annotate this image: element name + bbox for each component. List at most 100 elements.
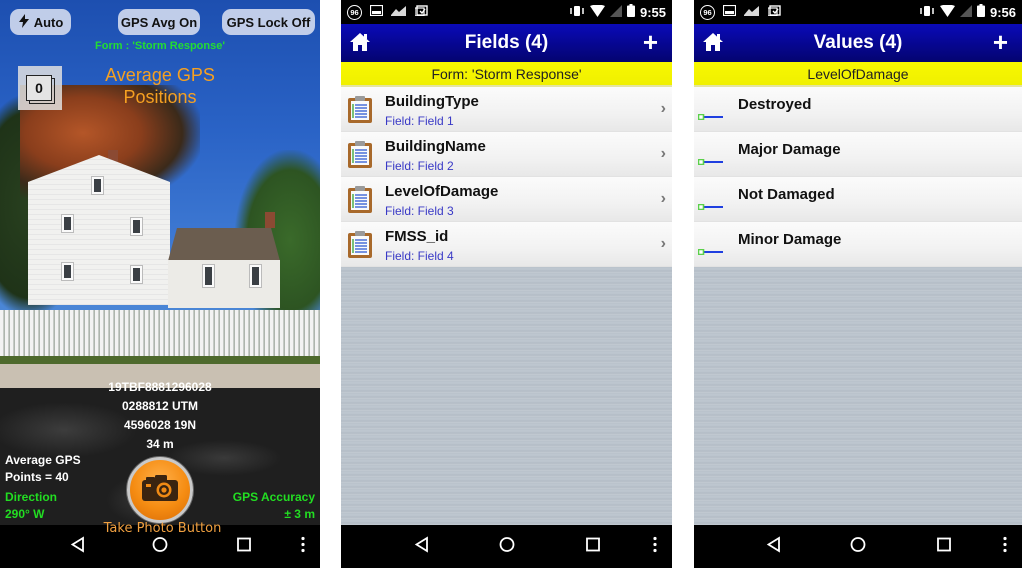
window bbox=[131, 218, 142, 235]
battery-icon bbox=[976, 4, 985, 20]
take-photo-label: Take Photo Button bbox=[103, 521, 222, 536]
value-name: Minor Damage bbox=[738, 231, 842, 248]
recents-icon[interactable] bbox=[586, 537, 600, 556]
form-name-label: Form : 'Storm Response' bbox=[95, 40, 225, 52]
elevation: 34 m bbox=[146, 437, 174, 451]
field-list-item[interactable]: FMSS_id Field: Field 4 › bbox=[341, 222, 672, 267]
gps-accuracy-value: ± 3 m bbox=[284, 507, 315, 521]
coordinates-readout: 19TBF8881296028 0288812 UTM 4596028 19N … bbox=[60, 378, 260, 454]
gps-avg-label: GPS Avg On bbox=[120, 14, 198, 30]
clipboard-icon bbox=[347, 185, 373, 219]
flash-label: Auto bbox=[33, 14, 64, 30]
battery-icon bbox=[626, 4, 635, 20]
value-list-item[interactable]: Minor Damage bbox=[694, 222, 1022, 267]
clipboard-icon bbox=[347, 230, 373, 264]
window bbox=[62, 215, 73, 232]
direction-label: Direction bbox=[5, 490, 58, 504]
value-list-item[interactable]: Major Damage bbox=[694, 132, 1022, 177]
overflow-menu-icon[interactable] bbox=[653, 536, 657, 557]
gps-avg-toggle-button[interactable]: GPS Avg On bbox=[118, 9, 200, 35]
field-subtitle: Field: Field 1 bbox=[385, 114, 454, 128]
value-list-item[interactable]: Destroyed bbox=[694, 87, 1022, 132]
grass bbox=[0, 356, 320, 364]
home-circle-icon[interactable] bbox=[152, 536, 168, 557]
overlay-title-line2: Positions bbox=[123, 87, 197, 107]
window bbox=[62, 263, 73, 280]
chevron-right-icon: › bbox=[660, 100, 666, 117]
mgrs-coordinate: 19TBF8881296028 bbox=[108, 380, 212, 394]
gps-accuracy-label: GPS Accuracy bbox=[232, 490, 315, 504]
value-line-icon bbox=[697, 242, 724, 260]
value-name: Destroyed bbox=[738, 96, 812, 113]
field-list-item[interactable]: BuildingName Field: Field 2 › bbox=[341, 132, 672, 177]
flash-auto-button[interactable]: Auto bbox=[10, 9, 71, 35]
values-list-background: Destroyed Major Damage Not Damaged Minor… bbox=[694, 87, 1022, 525]
field-subtitle: Field: Field 2 bbox=[385, 159, 454, 173]
status-bar: 96 9:55 bbox=[341, 0, 672, 24]
overlay-title-line1: Average GPS bbox=[105, 65, 215, 85]
add-value-button[interactable]: + bbox=[993, 29, 1008, 55]
house-wing bbox=[168, 260, 280, 308]
notification-count-badge: 96 bbox=[347, 4, 362, 20]
field-subheader: LevelOfDamage bbox=[694, 62, 1022, 87]
clipboard-notification-icon bbox=[414, 3, 428, 21]
form-subheader: Form: 'Storm Response' bbox=[341, 62, 672, 87]
recents-icon[interactable] bbox=[936, 537, 951, 556]
camera-icon bbox=[141, 474, 179, 507]
direction-value: 290° W bbox=[5, 507, 45, 521]
field-subtitle: Field: Field 4 bbox=[385, 249, 454, 263]
gps-lock-toggle-button[interactable]: GPS Lock Off bbox=[222, 9, 315, 35]
home-circle-icon[interactable] bbox=[850, 536, 866, 557]
chevron-right-icon: › bbox=[660, 235, 666, 252]
image-notification-icon bbox=[369, 3, 384, 21]
overlay-title: Average GPS Positions bbox=[90, 64, 230, 108]
value-line-icon bbox=[697, 107, 724, 125]
window bbox=[250, 265, 261, 287]
vibrate-icon bbox=[569, 5, 585, 20]
clipboard-icon bbox=[347, 95, 373, 129]
field-name: BuildingType bbox=[385, 93, 479, 110]
gps-accuracy-readout: GPS Accuracy ± 3 m bbox=[233, 489, 315, 523]
chart-notification-icon bbox=[391, 3, 407, 21]
window bbox=[92, 177, 103, 194]
field-list-item[interactable]: BuildingType Field: Field 1 › bbox=[341, 87, 672, 132]
value-line-icon bbox=[697, 152, 724, 170]
fields-list: BuildingType Field: Field 1 › BuildingNa… bbox=[341, 87, 672, 267]
value-name: Not Damaged bbox=[738, 186, 835, 203]
add-field-button[interactable]: + bbox=[643, 29, 658, 55]
overflow-menu-icon[interactable] bbox=[1003, 536, 1007, 557]
photo-count-button[interactable]: 0 bbox=[18, 66, 62, 110]
utm-easting: 0288812 UTM bbox=[121, 399, 199, 413]
field-subtitle: Field: Field 3 bbox=[385, 204, 454, 218]
field-name: FMSS_id bbox=[385, 228, 449, 245]
page-title: Values (4) bbox=[813, 32, 903, 53]
camera-screen: Auto GPS Avg On GPS Lock Off Form : 'Sto… bbox=[0, 0, 320, 568]
overflow-menu-icon[interactable] bbox=[301, 536, 305, 557]
recents-icon[interactable] bbox=[236, 537, 251, 556]
page-title: Fields (4) bbox=[464, 32, 549, 53]
avg-points-label: Average GPS bbox=[5, 453, 81, 467]
picket-fence bbox=[0, 310, 320, 358]
wifi-icon bbox=[939, 4, 955, 20]
home-button[interactable] bbox=[349, 32, 371, 57]
direction-readout: Direction 290° W bbox=[5, 489, 57, 523]
home-button[interactable] bbox=[702, 32, 724, 57]
back-icon[interactable] bbox=[414, 535, 430, 557]
image-notification-icon bbox=[722, 3, 737, 21]
take-photo-button[interactable] bbox=[127, 457, 193, 523]
clipboard-icon bbox=[347, 140, 373, 174]
window bbox=[203, 265, 214, 287]
gps-lock-label: GPS Lock Off bbox=[226, 14, 311, 30]
fields-list-background: BuildingType Field: Field 1 › BuildingNa… bbox=[341, 87, 672, 525]
values-screen: 96 9:56 Values (4) + LevelOfDamage Destr… bbox=[694, 0, 1022, 568]
title-bar: Fields (4) + bbox=[341, 24, 672, 62]
status-time: 9:55 bbox=[639, 4, 666, 20]
back-icon[interactable] bbox=[70, 535, 86, 557]
wifi-icon bbox=[589, 4, 605, 20]
value-name: Major Damage bbox=[738, 141, 841, 158]
utm-northing: 4596028 19N bbox=[123, 418, 197, 432]
field-list-item[interactable]: LevelOfDamage Field: Field 3 › bbox=[341, 177, 672, 222]
home-circle-icon[interactable] bbox=[499, 536, 515, 557]
back-icon[interactable] bbox=[766, 535, 782, 557]
value-list-item[interactable]: Not Damaged bbox=[694, 177, 1022, 222]
